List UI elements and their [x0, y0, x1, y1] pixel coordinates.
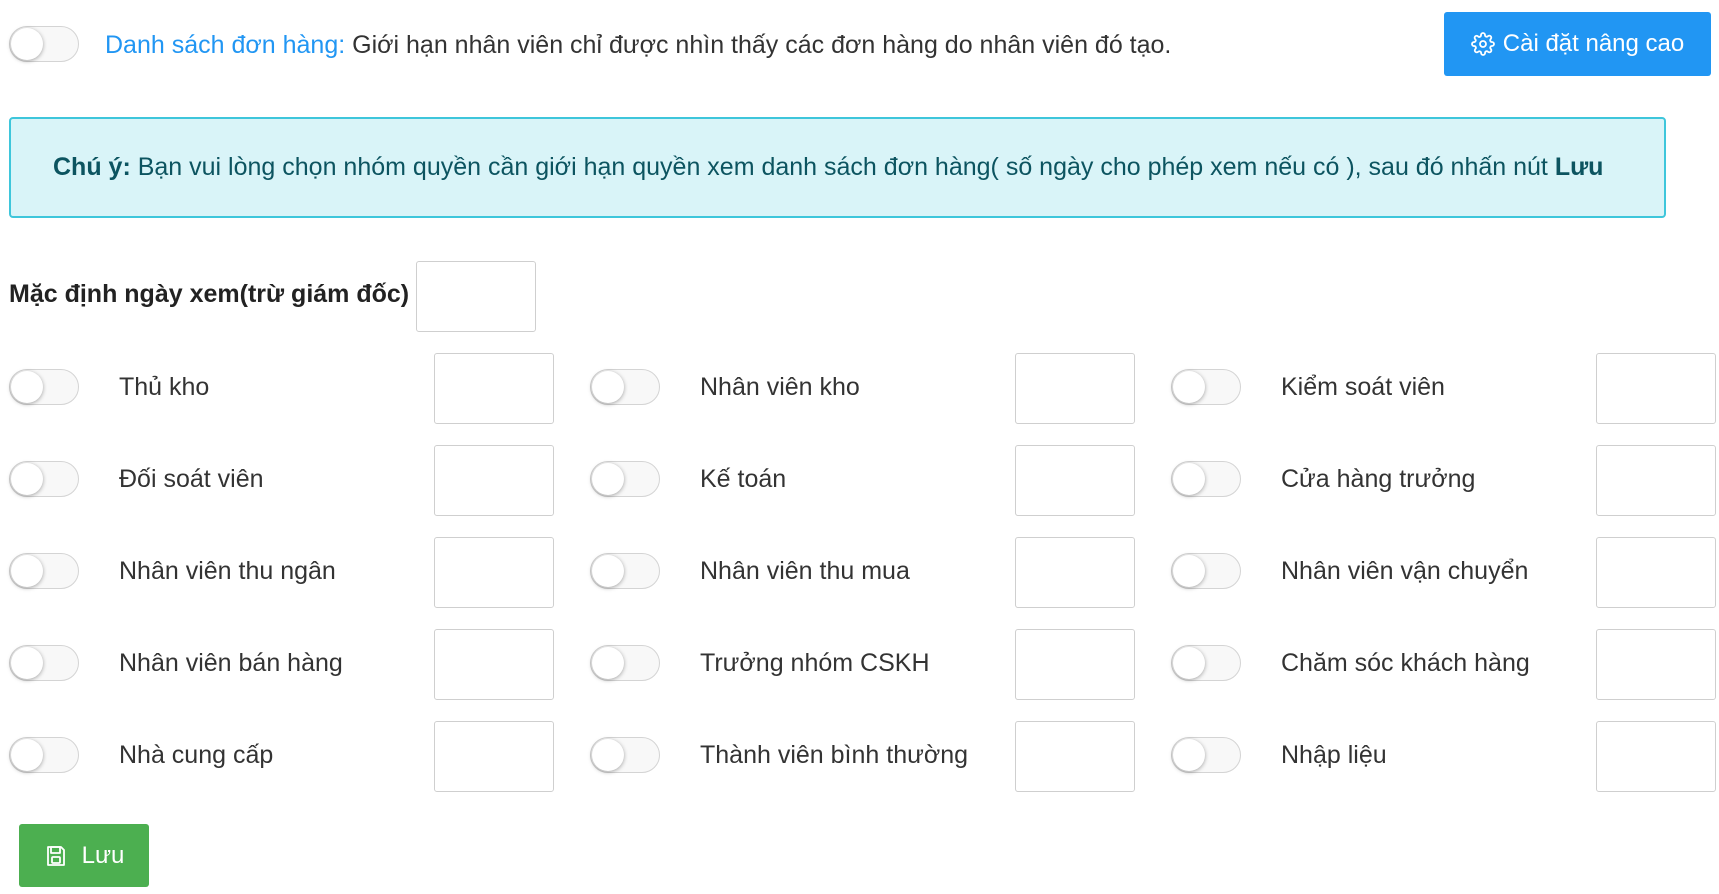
- role-toggle[interactable]: [590, 553, 660, 589]
- advanced-settings-label: Cài đặt nâng cao: [1502, 30, 1685, 57]
- role-toggle[interactable]: [9, 553, 79, 589]
- toggle-knob: [11, 555, 43, 587]
- role-days-input[interactable]: [1596, 445, 1716, 516]
- role-label: Kế toán: [700, 465, 787, 493]
- floppy-disk-icon: [46, 845, 65, 866]
- toggle-knob: [592, 555, 624, 587]
- order-list-restriction-description: Danh sách đơn hàng: Giới hạn nhân viên c…: [105, 30, 1171, 60]
- role-label: Đối soát viên: [119, 465, 264, 493]
- role-days-input[interactable]: [1596, 353, 1716, 424]
- notice-emphasis: Lưu: [1554, 153, 1604, 181]
- toggle-knob: [1173, 371, 1205, 403]
- role-label: Nhập liệu: [1281, 741, 1387, 769]
- role-days-input[interactable]: [1596, 537, 1716, 608]
- order-list-label: Danh sách đơn hàng:: [105, 31, 346, 59]
- gear-icon: [1470, 32, 1495, 56]
- role-toggle[interactable]: [1171, 553, 1241, 589]
- role-toggle[interactable]: [9, 737, 79, 773]
- role-label: Nhân viên bán hàng: [119, 649, 343, 677]
- role-toggle[interactable]: [9, 369, 79, 405]
- role-days-input[interactable]: [1596, 629, 1716, 700]
- role-label: Thành viên bình thường: [700, 741, 969, 769]
- role-days-input[interactable]: [1015, 353, 1135, 424]
- toggle-knob: [592, 739, 624, 771]
- role-days-input[interactable]: [434, 445, 554, 516]
- default-days-label: Mặc định ngày xem(trừ giám đốc): [9, 280, 410, 308]
- toggle-knob: [592, 371, 624, 403]
- role-toggle[interactable]: [590, 461, 660, 497]
- role-toggle[interactable]: [9, 461, 79, 497]
- toggle-knob: [11, 371, 43, 403]
- toggle-knob: [1173, 555, 1205, 587]
- role-label: Nhân viên kho: [700, 373, 860, 401]
- role-label: Nhà cung cấp: [119, 741, 274, 769]
- toggle-knob: [592, 647, 624, 679]
- role-label: Cửa hàng trưởng: [1281, 465, 1476, 493]
- role-days-input[interactable]: [434, 353, 554, 424]
- advanced-settings-button[interactable]: Cài đặt nâng cao: [1444, 12, 1711, 76]
- toggle-knob: [11, 739, 43, 771]
- toggle-knob: [1173, 739, 1205, 771]
- role-toggle[interactable]: [590, 645, 660, 681]
- toggle-knob: [592, 463, 624, 495]
- toggle-knob: [11, 463, 43, 495]
- role-toggle[interactable]: [590, 737, 660, 773]
- toggle-knob: [11, 28, 43, 60]
- role-days-input[interactable]: [1596, 721, 1716, 792]
- role-days-input[interactable]: [1015, 445, 1135, 516]
- role-days-input[interactable]: [1015, 721, 1135, 792]
- role-toggle[interactable]: [590, 369, 660, 405]
- role-label: Kiểm soát viên: [1281, 373, 1445, 401]
- role-days-input[interactable]: [1015, 629, 1135, 700]
- notice-prefix: Chú ý:: [53, 153, 131, 181]
- toggle-knob: [1173, 647, 1205, 679]
- role-label: Trưởng nhóm CSKH: [700, 649, 930, 677]
- toggle-knob: [11, 647, 43, 679]
- save-button[interactable]: Lưu: [19, 824, 149, 887]
- default-days-input[interactable]: [416, 261, 536, 332]
- notice-message: Bạn vui lòng chọn nhóm quyền cần giới hạ…: [130, 153, 1555, 181]
- role-label: Nhân viên vận chuyển: [1281, 557, 1529, 585]
- role-label: Nhân viên thu ngân: [119, 557, 336, 585]
- role-label: Nhân viên thu mua: [700, 557, 910, 585]
- role-toggle[interactable]: [1171, 645, 1241, 681]
- order-list-restriction-toggle[interactable]: [9, 26, 79, 62]
- role-days-input[interactable]: [434, 537, 554, 608]
- role-toggle[interactable]: [1171, 737, 1241, 773]
- role-days-input[interactable]: [434, 721, 554, 792]
- role-label: Thủ kho: [119, 373, 210, 401]
- role-days-input[interactable]: [1015, 537, 1135, 608]
- role-toggle[interactable]: [1171, 461, 1241, 497]
- order-list-description-text: Giới hạn nhân viên chỉ được nhìn thấy cá…: [345, 31, 1172, 59]
- save-button-label: Lưu: [81, 841, 125, 869]
- role-days-input[interactable]: [434, 629, 554, 700]
- toggle-knob: [1173, 463, 1205, 495]
- role-toggle[interactable]: [1171, 369, 1241, 405]
- role-toggle[interactable]: [9, 645, 79, 681]
- role-label: Chăm sóc khách hàng: [1281, 649, 1530, 677]
- notice-alert: Chú ý: Bạn vui lòng chọn nhóm quyền cần …: [9, 117, 1666, 218]
